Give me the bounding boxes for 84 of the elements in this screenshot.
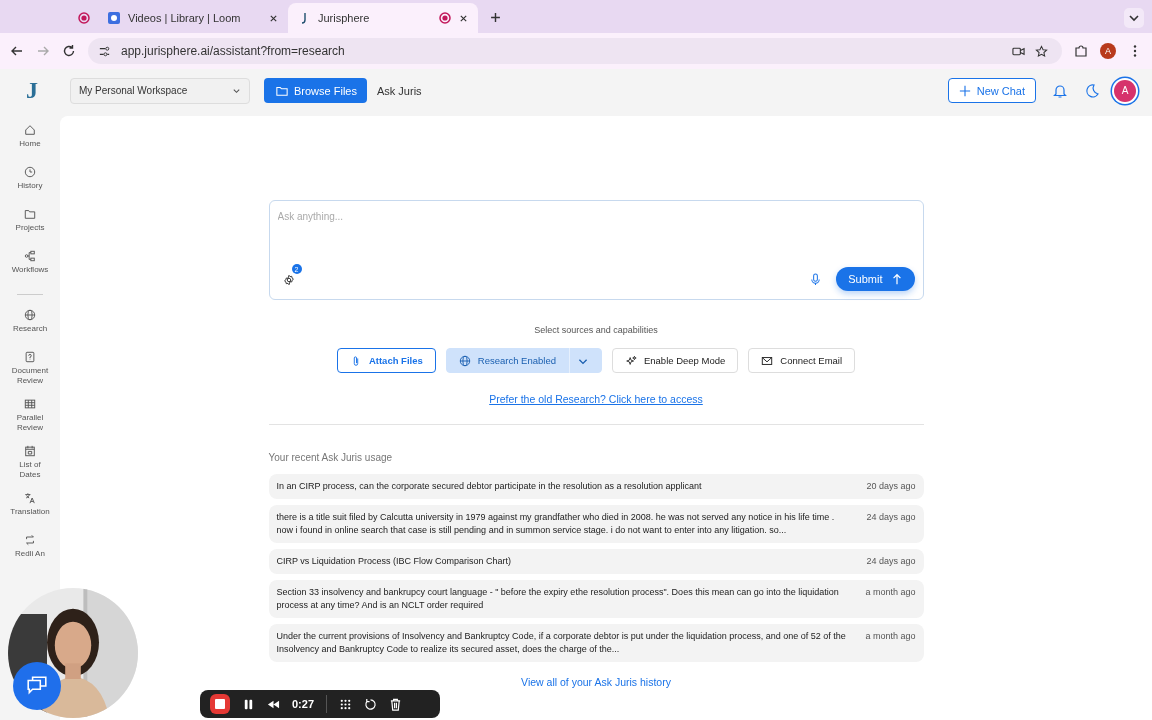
recent-query-item[interactable]: there is a title suit filed by Calcutta university in 1979 against my grandfather who died in 2008. he was not served any notice in his life time . now i found in online search that case is still pending and in summon service stage. i do not want to enter into any litigation. so... 24 days ago	[268, 505, 924, 543]
record-icon	[439, 12, 451, 24]
moon-icon[interactable]	[1084, 82, 1100, 99]
folder-icon	[24, 208, 36, 220]
source-toggle[interactable]: Enable Deep Mode	[611, 348, 739, 373]
sidebar-label: History	[16, 181, 44, 191]
doc-icon	[24, 351, 36, 363]
folder-icon	[276, 84, 288, 97]
pause-icon[interactable]	[242, 697, 255, 711]
translate-icon	[24, 492, 36, 504]
stop-icon[interactable]	[210, 694, 230, 714]
close-icon[interactable]	[269, 13, 278, 23]
address-bar[interactable]: app.jurisphere.ai/assistant?from=research	[88, 38, 1062, 64]
sidebar-item[interactable]: History	[2, 166, 58, 196]
recent-query-item[interactable]: CIRP vs Liquidation Process (IBC Flow Comparison Chart) 24 days ago	[268, 549, 924, 574]
recent-query-item[interactable]: In an CIRP process, can the corporate secured debtor participate in the resolution as a resolution applicant 20 days ago	[268, 474, 924, 499]
recent-query-item[interactable]: Section 33 insolvency and bankrupcy court language - " before the expiry ethe resolution process". Does this mean can go into the liquidation process at any time? And is an NCLT order required a month ago	[268, 580, 924, 618]
recording-time: 0:27	[292, 698, 315, 710]
calendar-icon	[24, 445, 36, 457]
sidebar-item[interactable]: Redli An	[2, 534, 58, 564]
tab-title: Videos | Library | Loom	[128, 12, 242, 24]
grid-icon	[24, 398, 36, 410]
submit-button[interactable]: Submit	[836, 267, 915, 291]
grid-icon[interactable]	[339, 697, 353, 711]
microphone-icon[interactable]	[809, 272, 823, 286]
sparkle-icon	[624, 354, 637, 367]
back-icon[interactable]	[10, 44, 24, 58]
sidebar-item[interactable]: List of Dates	[2, 445, 58, 480]
clock-icon	[24, 166, 36, 178]
sidebar-label: Projects	[14, 223, 46, 233]
sidebar-label: Research	[11, 324, 49, 334]
page-title: Ask Juris	[376, 84, 422, 97]
sidebar-label: Workflows	[10, 265, 50, 275]
reload-icon[interactable]	[62, 44, 76, 58]
record-icon	[78, 12, 90, 24]
source-toggle[interactable]: Attach Files	[336, 348, 436, 373]
sidebar-label: Home	[18, 139, 42, 149]
user-avatar[interactable]: A	[1114, 79, 1136, 102]
chevron-down-icon[interactable]	[1124, 8, 1144, 28]
sidebar-item[interactable]: Workflows	[2, 250, 58, 280]
star-icon[interactable]	[1035, 44, 1048, 58]
sidebar-item[interactable]: Home	[2, 124, 58, 154]
browse-files-button[interactable]: Browse Files	[264, 78, 367, 103]
url-text: app.jurisphere.ai/assistant?from=research	[121, 44, 345, 58]
sources-label: Select sources and capabilities	[533, 325, 659, 335]
envelope-icon	[761, 354, 774, 367]
sidebar-label: Redli An	[14, 549, 46, 559]
bell-icon[interactable]	[1052, 82, 1068, 99]
source-toggle[interactable]: Connect Email	[748, 348, 856, 373]
sidebar-item[interactable]: Projects	[2, 208, 58, 238]
old-research-link[interactable]: Prefer the old Research? Click here to access	[489, 393, 703, 405]
home-icon	[24, 124, 36, 136]
sidebar-label: Translation	[10, 507, 50, 517]
globe-icon	[458, 354, 471, 367]
browser-tab[interactable]: Jurisphere	[288, 3, 478, 33]
plus-icon	[958, 84, 971, 97]
sidebar-item[interactable]: Document Review	[2, 351, 58, 386]
new-tab-icon[interactable]	[490, 12, 501, 23]
browser-tab[interactable]: Videos | Library | Loom	[98, 3, 288, 33]
restart-icon[interactable]	[364, 697, 378, 711]
logo[interactable]: J	[26, 77, 50, 104]
recent-query-item[interactable]: Under the current provisions of Insolvency and Bankruptcy Code, if a corporate debtor is put under the liquidation process, and one of 52 of the Insolvency and Bankruptcy Code to realize its secured asset, does the charge of the... a month ago	[268, 624, 924, 662]
site-settings-icon[interactable]	[98, 44, 111, 58]
sidebar-item[interactable]: Research	[2, 309, 58, 339]
swap-icon	[24, 534, 36, 546]
chevron-down-icon	[232, 86, 241, 95]
new-chat-button[interactable]: New Chat	[947, 78, 1036, 103]
sidebar-item[interactable]: Parallel Review	[2, 398, 58, 433]
profile-avatar[interactable]: A	[1100, 43, 1116, 59]
tab-title: Jurisphere	[318, 12, 371, 24]
close-icon[interactable]	[459, 13, 468, 23]
sidebar-label: Document Review	[10, 366, 50, 386]
source-toggle[interactable]: Research Enabled	[445, 348, 602, 373]
arrow-up-icon	[890, 273, 903, 285]
view-all-history-link[interactable]: View all of your Ask Juris history	[521, 676, 671, 688]
settings-icon[interactable]	[282, 274, 295, 286]
globe-icon	[24, 309, 36, 321]
sidebar-label: List of Dates	[18, 460, 42, 480]
flow-icon	[24, 250, 36, 262]
recent-usage-heading: Your recent Ask Juris usage	[268, 452, 394, 463]
trash-icon[interactable]	[389, 697, 403, 711]
sidebar-item[interactable]: Translation	[2, 492, 58, 522]
sidebar-label: Parallel Review	[15, 413, 45, 433]
workspace-dropdown[interactable]: My Personal Workspace	[70, 77, 250, 104]
